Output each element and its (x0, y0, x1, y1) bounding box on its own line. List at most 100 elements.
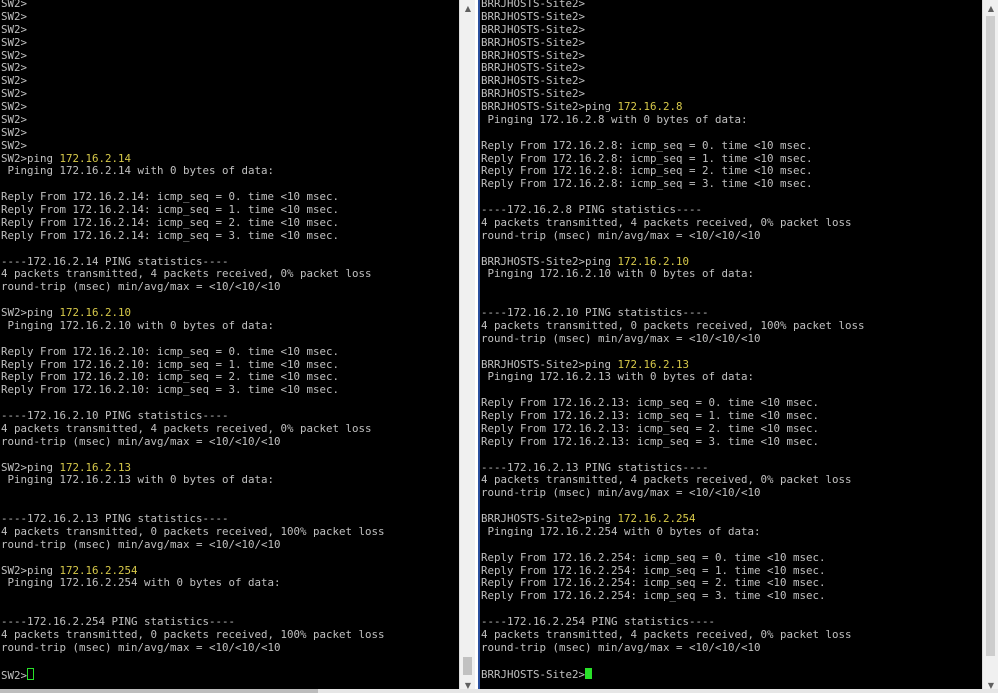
terminal-text: SW2>ping (1, 563, 60, 577)
terminal-text: 4 packets transmitted, 4 packets receive… (481, 215, 852, 229)
ip-address: 172.16.2.10 (617, 254, 690, 268)
terminal-text: Pinging 172.16.2.13 with 0 bytes of data… (1, 473, 275, 487)
terminal-line: SW2> (1, 100, 385, 114)
horizontal-scrollbar-thumb[interactable] (0, 689, 318, 693)
terminal-text: Pinging 172.16.2.254 with 0 bytes of dat… (481, 524, 761, 538)
terminal-line: SW2> (1, 35, 385, 50)
terminal-line: Pinging 172.16.2.10 with 0 bytes of data… (481, 267, 865, 281)
ip-address: 172.16.2.13 (617, 357, 690, 371)
terminal-text: 4 packets transmitted, 4 packets receive… (1, 421, 372, 435)
terminal-text: Reply From 172.16.2.254: icmp_seq = 3. t… (481, 589, 826, 603)
terminal-line: SW2> (1, 125, 385, 140)
terminal-text: SW2> (1, 125, 28, 139)
terminal-text: Reply From 172.16.2.8: icmp_seq = 2. tim… (481, 164, 813, 178)
terminal-text: BRRJHOSTS-Site2>ping (481, 357, 618, 371)
terminal-text: Reply From 172.16.2.254: icmp_seq = 1. t… (481, 563, 826, 577)
horizontal-scrollbar[interactable] (0, 689, 998, 693)
terminal-text: ----172.16.2.254 PING statistics---- (1, 615, 236, 628)
terminal-line: SW2> (1, 0, 385, 11)
terminal-line: round-trip (msec) min/avg/max = <10/<10/… (1, 640, 385, 655)
ip-address: 172.16.2.10 (59, 306, 132, 319)
scroll-up-arrow-icon[interactable]: ▲ (460, 0, 476, 16)
terminal-text: Pinging 172.16.2.14 with 0 bytes of data… (1, 164, 275, 178)
terminal-text: SW2>ping (1, 460, 60, 474)
terminal-text: Reply From 172.16.2.8: icmp_seq = 0. tim… (481, 138, 813, 152)
left-terminal[interactable]: SW2> SW2> SW2> SW2> SW2> SW2> SW2> SW2> SW2> SW2>… (0, 0, 459, 693)
terminal-line: Pinging 172.16.2.8 with 0 bytes of data: (481, 112, 865, 127)
terminal-line: Reply From 172.16.2.14: icmp_seq = 3. ti… (1, 228, 385, 243)
terminal-text: SW2> (1, 112, 28, 126)
terminal-text: ----172.16.2.14 PING statistics---- (1, 254, 229, 268)
terminal-text: 4 packets transmitted, 4 packets receive… (1, 267, 372, 281)
terminal-text: Reply From 172.16.2.14: icmp_seq = 0. ti… (1, 190, 340, 204)
ip-address: 172.16.2.13 (59, 460, 132, 474)
left-scrollbar[interactable]: ▲ ▼ (459, 0, 475, 693)
terminal-text: Reply From 172.16.2.14: icmp_seq = 1. ti… (1, 203, 340, 216)
terminal-text: ----172.16.2.13 PING statistics---- (481, 460, 709, 474)
terminal-text: BRRJHOSTS-Site2> (481, 74, 586, 88)
terminal-line: Pinging 172.16.2.254 with 0 bytes of dat… (1, 576, 385, 590)
terminal-line: Pinging 172.16.2.10 with 0 bytes of data… (1, 319, 385, 333)
terminal-text: Reply From 172.16.2.254: icmp_seq = 0. t… (481, 550, 826, 564)
terminal-line: Reply From 172.16.2.8: icmp_seq = 3. tim… (481, 177, 865, 191)
right-terminal[interactable]: BRRJHOSTS-Site2> BRRJHOSTS-Site2> BRRJHOST… (478, 0, 982, 693)
terminal-line: round-trip (msec) min/avg/max = <10/<10/… (481, 486, 865, 500)
terminal-text: Reply From 172.16.2.14: icmp_seq = 2. ti… (1, 215, 340, 229)
terminal-text: round-trip (msec) min/avg/max = <10/<10/… (1, 537, 281, 551)
terminal-line: Reply From 172.16.2.10: icmp_seq = 3. ti… (1, 383, 385, 397)
terminal-text: Pinging 172.16.2.8 with 0 bytes of data: (481, 112, 748, 126)
terminal-text: SW2> (1, 48, 28, 62)
terminal-text: BRRJHOSTS-Site2> (481, 22, 586, 36)
ip-address: 172.16.2.254 (59, 563, 138, 577)
left-terminal-output: SW2> SW2> SW2> SW2> SW2> SW2> SW2> SW2> SW2> SW2>… (1, 0, 385, 682)
terminal-text: BRRJHOSTS-Site2> (481, 35, 586, 49)
terminal-line: round-trip (msec) min/avg/max = <10/<10/… (1, 537, 385, 552)
terminal-text: ----172.16.2.10 PING statistics---- (481, 306, 709, 319)
terminal-text: 4 packets transmitted, 0 packets receive… (1, 627, 385, 641)
text-cursor (585, 667, 593, 679)
terminal-text: Reply From 172.16.2.8: icmp_seq = 3. tim… (481, 177, 813, 191)
terminal-text: Pinging 172.16.2.254 with 0 bytes of dat… (1, 576, 281, 590)
scrollbar-thumb[interactable] (463, 657, 472, 675)
terminal-line: SW2> (1, 22, 385, 37)
terminal-text: ----172.16.2.254 PING statistics---- (481, 615, 716, 628)
ip-address: 172.16.2.8 (617, 100, 683, 113)
terminal-text: SW2> (1, 35, 28, 49)
terminal-text: SW2> (1, 87, 28, 101)
terminal-text: BRRJHOSTS-Site2> (481, 9, 586, 23)
terminal-line: round-trip (msec) min/avg/max = <10/<10/… (481, 640, 865, 655)
right-scrollbar[interactable]: ▲ ▼ (982, 0, 998, 693)
terminal-line: Pinging 172.16.2.13 with 0 bytes of data… (481, 370, 865, 384)
terminal-line: Reply From 172.16.2.13: icmp_seq = 3. ti… (481, 434, 865, 449)
terminal-text: Reply From 172.16.2.13: icmp_seq = 3. ti… (481, 434, 820, 448)
terminal-text: Pinging 172.16.2.10 with 0 bytes of data… (481, 267, 755, 281)
terminal-text: round-trip (msec) min/avg/max = <10/<10/… (1, 280, 281, 294)
terminal-line: BRRJHOSTS-Site2> (481, 667, 865, 680)
terminal-text: SW2>ping (1, 151, 60, 165)
terminal-text: SW2> (1, 9, 28, 23)
terminal-text: SW2> (1, 138, 28, 152)
terminal-text: round-trip (msec) min/avg/max = <10/<10/… (481, 640, 761, 654)
terminal-text: Reply From 172.16.2.13: icmp_seq = 2. ti… (481, 421, 820, 435)
terminal-line: SW2> (1, 9, 385, 24)
terminal-text: SW2> (1, 74, 28, 88)
terminal-text: Reply From 172.16.2.10: icmp_seq = 1. ti… (1, 357, 340, 371)
terminal-text: 4 packets transmitted, 4 packets receive… (481, 627, 852, 641)
terminal-text: SW2> (1, 668, 28, 682)
terminal-text: Reply From 172.16.2.13: icmp_seq = 0. ti… (481, 396, 820, 410)
terminal-line: SW2> (1, 667, 385, 682)
terminal-text: Reply From 172.16.2.14: icmp_seq = 3. ti… (1, 228, 340, 242)
terminal-text: Reply From 172.16.2.13: icmp_seq = 1. ti… (481, 409, 820, 422)
terminal-text: SW2> (1, 22, 28, 36)
terminal-text: BRRJHOSTS-Site2> (481, 87, 586, 101)
scroll-up-arrow-icon[interactable]: ▲ (983, 0, 998, 16)
scrollbar-thumb[interactable] (986, 16, 995, 656)
terminal-line: Pinging 172.16.2.13 with 0 bytes of data… (1, 473, 385, 487)
terminal-text: round-trip (msec) min/avg/max = <10/<10/… (1, 434, 281, 448)
terminal-line: SW2> (1, 74, 385, 88)
terminal-text: round-trip (msec) min/avg/max = <10/<10/… (1, 640, 281, 654)
terminal-line: round-trip (msec) min/avg/max = <10/<10/… (1, 280, 385, 294)
terminal-text: SW2> (1, 100, 28, 113)
